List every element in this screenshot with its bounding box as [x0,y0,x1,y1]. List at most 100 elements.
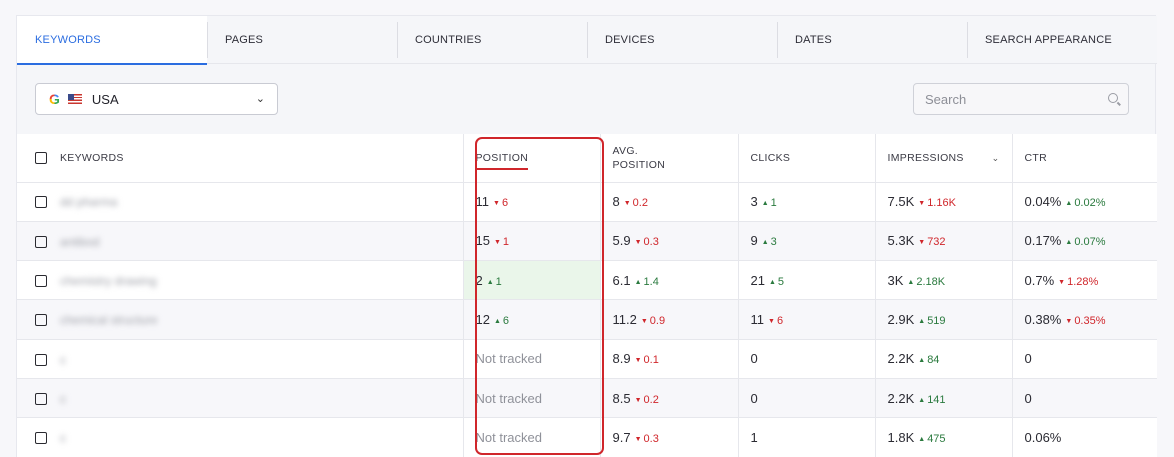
row-checkbox[interactable] [35,353,47,366]
position-value: Not tracked [475,351,542,367]
clicks-delta: ▲ 3 [762,236,777,248]
ctr-value: 0.06% [1024,429,1062,445]
ctr-cell: 0.17% ▲ 0.07% [1011,221,1157,262]
triangle-down-icon: ▼ [640,318,648,326]
delta-value: 141 [927,393,946,406]
triangle-down-icon: ▼ [623,200,631,208]
impressions-value: 5.3K [887,233,915,249]
position-cell: 15 ▼ 1 [462,221,600,262]
search-input[interactable] [925,91,1095,107]
clicks-delta: ▼ 6 [768,315,783,327]
impressions-value: 2.9K [887,312,915,328]
position-delta: ▲ 1 [487,276,502,288]
delta-value: 6 [776,315,784,328]
row-checkbox[interactable] [35,275,47,288]
avg-position-cell: 6.1 ▲ 1.4 [599,260,738,301]
impressions-value: 7.5K [887,194,915,210]
delta-value: 0.07% [1074,236,1106,249]
triangle-down-icon: ▼ [493,200,500,208]
clicks-value: 0 [750,390,758,406]
triangle-down-icon: ▼ [768,318,775,326]
search-box [913,83,1129,115]
ctr-cell: 0.04% ▲ 0.02% [1011,182,1157,222]
header-impressions[interactable]: IMPRESSIONS ⌄ [874,134,1012,183]
tab-bar: KEYWORDS PAGES COUNTRIES DEVICES DATES S… [17,16,1157,65]
position-delta: ▼ 6 [493,197,508,209]
triangle-down-icon: ▼ [634,396,642,404]
triangle-down-icon: ▼ [918,239,926,247]
position-cell: Not tracked [462,378,600,419]
avg-position-delta: ▼ 0.9 [641,315,665,327]
avg-position-value: 8.9 [612,351,631,367]
delta-value: 475 [927,432,946,445]
keyword-cell: c [17,378,463,419]
search-icon [1108,93,1118,103]
row-checkbox[interactable] [35,196,47,209]
sort-chevron-down-icon[interactable]: ⌄ [992,151,1000,165]
tab-countries[interactable]: COUNTRIES [397,16,587,64]
tab-dates[interactable]: DATES [777,16,967,64]
ctr-value: 0 [1024,351,1032,367]
delta-value: 0.2 [632,197,648,210]
position-value: Not tracked [475,390,542,406]
row-checkbox[interactable] [35,235,47,248]
table-row[interactable]: antibod 15 ▼ 1 5.9 ▼ 0.3 9 ▲ 3 5.3K ▼ 732 0.17% ▲ 0.07% [17,221,1157,262]
clicks-delta: ▲ 5 [769,276,784,288]
tab-devices[interactable]: DEVICES [587,16,777,64]
header-label: POSITION [612,158,666,171]
us-flag-icon [67,94,82,104]
row-checkbox[interactable] [35,314,47,327]
ctr-value: 0.38% [1024,312,1062,328]
header-clicks[interactable]: CLICKS [737,134,875,183]
tab-label: DATES [795,34,832,46]
ctr-cell: 0.06% [1011,417,1157,457]
tab-pages[interactable]: PAGES [207,16,397,64]
delta-value: 6 [502,315,510,328]
header-avg-position[interactable]: AVG. POSITION [599,134,738,183]
keyword-cell: chemistry drawing [17,260,463,301]
avg-position-value: 8.5 [612,390,631,406]
keywords-panel: KEYWORDS PAGES COUNTRIES DEVICES DATES S… [16,15,1157,457]
triangle-down-icon: ▼ [634,239,642,247]
ctr-delta: ▲ 0.02% [1065,197,1105,209]
ctr-value: 0.7% [1024,272,1055,288]
avg-position-value: 11.2 [612,312,637,328]
table-row[interactable]: c Not tracked 8.9 ▼ 0.1 0 2.2K ▲ 84 0 [17,339,1157,379]
position-cell: 2 ▲ 1 [462,260,600,301]
position-value: 15 [475,233,490,249]
header-position[interactable]: POSITION [462,134,600,183]
impressions-value: 3K [887,272,904,288]
impressions-delta: ▼ 1.16K [918,197,956,209]
triangle-down-icon: ▼ [493,239,501,247]
avg-position-delta: ▼ 0.2 [635,394,659,406]
delta-value: 0.9 [649,315,666,328]
delta-value: 519 [927,315,946,328]
table-row[interactable]: chemistry drawing 2 ▲ 1 6.1 ▲ 1.4 21 ▲ 5 3K ▲ 2.18K 0… [17,260,1157,301]
delta-value: 84 [927,354,940,367]
header-ctr[interactable]: CTR [1011,134,1157,183]
impressions-delta: ▲ 141 [918,394,945,406]
clicks-value: 0 [750,351,758,367]
ctr-cell: 0 [1011,339,1157,379]
keyword-cell: antibod [17,221,463,262]
country-select[interactable]: G USA ⌄ [35,83,278,115]
delta-value: 2.18K [916,275,946,288]
avg-position-value: 9.7 [612,429,631,445]
ctr-value: 0.04% [1024,194,1062,210]
avg-position-delta: ▼ 0.3 [635,433,659,445]
keyword-text: c [60,431,66,446]
tab-search-appearance[interactable]: SEARCH APPEARANCE [967,16,1157,64]
row-checkbox[interactable] [35,392,47,405]
select-all-checkbox[interactable] [35,151,47,164]
impressions-value: 1.8K [887,429,915,445]
row-checkbox[interactable] [35,432,47,445]
table-row[interactable]: dd pharma 11 ▼ 6 8 ▼ 0.2 3 ▲ 1 7.5K ▼ 1.16K 0.04% ▲ 0.0… [17,182,1157,222]
table-row[interactable]: c Not tracked 9.7 ▼ 0.3 1 1.8K ▲ 475 0.06% [17,417,1157,457]
table-row[interactable]: c Not tracked 8.5 ▼ 0.2 0 2.2K ▲ 141 0 [17,378,1157,419]
table-row[interactable]: chemical structure 12 ▲ 6 11.2 ▼ 0.9 11 ▼ 6 2.9K ▲ 5… [17,299,1157,340]
tab-keywords[interactable]: KEYWORDS [17,16,207,65]
position-delta: ▲ 6 [494,315,509,327]
ctr-value: 0 [1024,390,1032,406]
tab-label: SEARCH APPEARANCE [985,34,1112,46]
clicks-cell: 11 ▼ 6 [737,299,875,340]
